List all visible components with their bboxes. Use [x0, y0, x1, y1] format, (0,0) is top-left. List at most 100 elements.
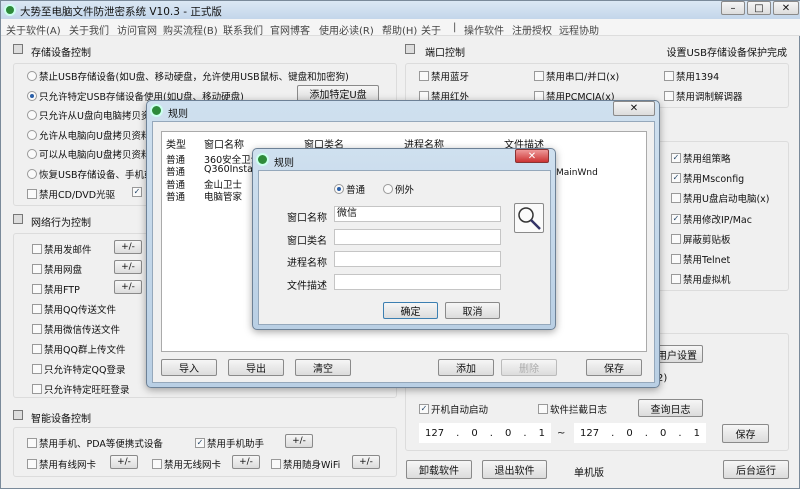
process-name-label: 进程名称	[287, 258, 327, 269]
query-log-button[interactable]: 查询日志	[638, 399, 703, 417]
network-checkbox[interactable]: 只允许特定QQ登录	[32, 362, 125, 376]
rules-close-button[interactable]: ✕	[613, 101, 655, 116]
system-checkbox[interactable]: ✓ 禁用修改IP/Mac	[671, 212, 752, 226]
exit-button[interactable]: 退出软件	[482, 460, 547, 479]
process-name-input[interactable]	[334, 251, 501, 267]
cancel-button[interactable]: 取消	[445, 302, 500, 319]
menu-item[interactable]: 关于	[421, 22, 441, 37]
add-rule-button[interactable]: 添加	[438, 359, 494, 376]
type-exception-radio[interactable]: 例外	[383, 182, 414, 196]
storage-radio[interactable]: 可以从电脑向U盘拷贝资料	[27, 147, 150, 161]
window-name-input[interactable]: 微信	[334, 206, 501, 222]
network-pm-button[interactable]: +/-	[114, 260, 142, 274]
network-checkbox[interactable]: 禁用FTP	[32, 282, 80, 296]
network-checkbox[interactable]: 禁用网盘	[32, 262, 82, 276]
port-title: 端口控制	[425, 48, 465, 59]
uninstall-button[interactable]: 卸载软件	[406, 460, 472, 479]
edition-label: 单机版	[574, 468, 604, 479]
autostart-checkbox[interactable]: ✓ 开机自动启动	[419, 402, 488, 416]
rules-dialog-title: 规则	[168, 109, 188, 120]
port-checkbox[interactable]: 禁用1394	[664, 69, 719, 83]
network-pm-button[interactable]: +/-	[114, 240, 142, 254]
storage-radio[interactable]: 禁止USB存储设备(如U盘、移动硬盘，允许使用USB鼠标、键盘和加密狗)	[27, 69, 349, 83]
title-bar: 大势至电脑文件防泄密系统 V10.3 - 正式版 – □ ✕	[1, 1, 800, 19]
ip-start-input[interactable]: 127. 0. 0. 1	[419, 423, 551, 443]
system-checkbox[interactable]: 禁用Telnet	[671, 252, 730, 266]
network-pm-button[interactable]: +/-	[114, 280, 142, 294]
delete-rule-button[interactable]: 删除	[501, 359, 557, 376]
menu-item[interactable]: 使用必读(R)	[319, 22, 374, 37]
wired-nic-pm-button[interactable]: +/-	[110, 455, 138, 469]
disable-wired-nic-checkbox[interactable]: 禁用有线网卡	[27, 457, 96, 471]
file-desc-label: 文件描述	[287, 281, 327, 292]
port-checkbox[interactable]: 禁用调制解调器	[664, 89, 743, 103]
menu-item[interactable]: 注册授权	[512, 22, 552, 37]
maximize-button[interactable]: □	[747, 1, 771, 15]
save-rules-button[interactable]: 保存	[586, 359, 642, 376]
disable-portable-device-checkbox[interactable]: 禁用手机、PDA等便携式设备	[27, 436, 163, 450]
ip-save-button[interactable]: 保存	[722, 424, 769, 443]
system-checkbox[interactable]: ✓ 禁用Msconfig	[671, 171, 744, 185]
disable-phone-assistant-checkbox[interactable]: ✓ 禁用手机助手	[195, 436, 264, 450]
import-button[interactable]: 导入	[161, 359, 217, 376]
disable-portable-wifi-checkbox[interactable]: 禁用随身WiFi	[271, 457, 340, 471]
clear-button[interactable]: 清空	[295, 359, 351, 376]
network-checkbox[interactable]: 只允许特定旺旺登录	[32, 382, 130, 396]
menu-item[interactable]: 关于我们	[69, 22, 109, 37]
menu-item[interactable]: 操作软件	[464, 22, 504, 37]
dialog-icon	[150, 104, 163, 117]
rule-desc-cell: MainWnd	[556, 168, 598, 178]
system-checkbox[interactable]: 禁用虚拟机	[671, 272, 731, 286]
magnifier-icon	[518, 207, 541, 230]
app-icon	[4, 4, 16, 16]
file-desc-input[interactable]	[334, 274, 501, 290]
rule-edit-dialog: 规则 ✕ 普通 例外 窗口名称 微信 窗口类名 进程名称 文件描述 确定 取消	[252, 148, 556, 330]
port-icon	[405, 44, 415, 54]
system-checkbox[interactable]: 屏蔽剪贴板	[671, 232, 731, 246]
phone-assistant-pm-button[interactable]: +/-	[285, 434, 313, 448]
close-button[interactable]: ✕	[773, 1, 799, 15]
system-checkbox[interactable]: ✓ 禁用组策略	[671, 151, 731, 165]
hidden-checked-checkbox[interactable]: ✓	[132, 187, 142, 197]
storage-radio[interactable]: 只允许从U盘向电脑拷贝资	[27, 108, 150, 122]
port-checkbox[interactable]: 禁用串口/并口(x)	[534, 69, 619, 83]
export-button[interactable]: 导出	[228, 359, 284, 376]
portable-wifi-pm-button[interactable]: +/-	[352, 455, 380, 469]
dialog-icon	[256, 153, 269, 166]
storage-radio[interactable]: 恢复USB存储设备、手机或	[27, 167, 154, 181]
rule-cell: 电脑管家	[204, 191, 243, 203]
find-window-button[interactable]	[514, 203, 544, 233]
network-checkbox[interactable]: 禁用发邮件	[32, 242, 92, 256]
column-header[interactable]: 类型	[166, 136, 186, 151]
disable-wireless-nic-checkbox[interactable]: 禁用无线网卡	[152, 457, 221, 471]
smart-device-icon	[13, 410, 23, 420]
menu-item[interactable]: 帮助(H)	[382, 22, 417, 37]
window-class-input[interactable]	[334, 229, 501, 245]
window-controls: – □ ✕	[721, 1, 799, 17]
network-checkbox[interactable]: 禁用微信传送文件	[32, 322, 120, 336]
ip-end-input[interactable]: 127. 0. 0. 1	[574, 423, 706, 443]
menu-item[interactable]: 访问官网	[117, 22, 157, 37]
port-checkbox[interactable]: 禁用蓝牙	[419, 69, 469, 83]
column-header[interactable]: 窗口名称	[204, 136, 244, 151]
menu-item[interactable]: 联系我们	[223, 22, 263, 37]
menu-item[interactable]: 官网博客	[270, 22, 310, 37]
rule-edit-close-button[interactable]: ✕	[515, 149, 549, 163]
menu-item[interactable]: 远程协助	[559, 22, 599, 37]
menu-item[interactable]: 购买流程(B)	[163, 22, 218, 37]
network-checkbox[interactable]: 禁用QQ群上传文件	[32, 342, 125, 356]
storage-icon	[13, 44, 23, 54]
minimize-button[interactable]: –	[721, 1, 745, 15]
background-run-button[interactable]: 后台运行	[723, 460, 789, 479]
disable-cd-dvd-checkbox[interactable]: 禁用CD/DVD光驱	[27, 187, 115, 201]
wireless-nic-pm-button[interactable]: +/-	[232, 455, 260, 469]
type-normal-radio[interactable]: 普通	[334, 182, 365, 196]
network-checkbox[interactable]: 禁用QQ传送文件	[32, 302, 116, 316]
network-icon	[13, 214, 23, 224]
storage-radio[interactable]: 允许从电脑向U盘拷贝资料	[27, 128, 150, 142]
ok-button[interactable]: 确定	[383, 302, 438, 319]
storage-title: 存储设备控制	[31, 48, 91, 59]
system-checkbox[interactable]: 禁用U盘启动电脑(x)	[671, 191, 770, 205]
intercept-log-checkbox[interactable]: 软件拦截日志	[538, 402, 607, 416]
menu-item[interactable]: 关于软件(A)	[6, 22, 61, 37]
